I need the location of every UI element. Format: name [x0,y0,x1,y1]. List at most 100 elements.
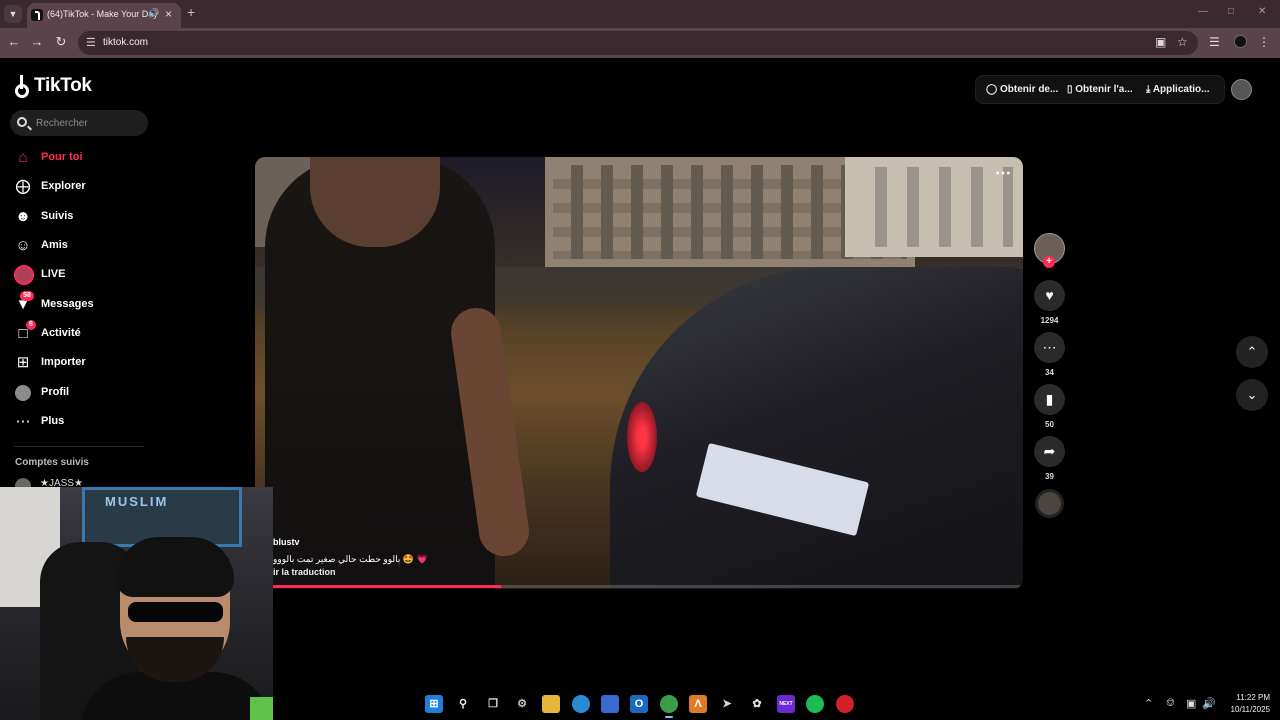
get-app-button[interactable]: ▯ Obtenir l'a... [1067,84,1133,95]
caption-text: بالوو حطت حالي صغير تمت بالووو [273,554,401,564]
opera-gx-icon[interactable] [836,695,854,713]
compass-icon: ⨁ [15,178,31,195]
music-disc[interactable] [1035,489,1064,518]
bookmark-star-icon[interactable]: ☆ [1177,35,1188,49]
next-app-icon[interactable]: NEXT [777,695,795,713]
webcam-sign-text: MUSLIM [105,494,169,509]
get-coins-button[interactable]: ◯ Obtenir de... [986,84,1058,95]
sidebar-item-importer[interactable]: ⊞ Importer [14,352,144,374]
get-app-label: Obtenir l'a... [1075,84,1133,95]
app-icon[interactable]: Λ [689,695,707,713]
media-control-icon[interactable]: ☰ [1209,35,1220,49]
follow-plus-icon[interactable]: + [1043,256,1055,268]
comment-icon: ⋯ [1042,339,1057,355]
sidebar-label: Amis [41,239,68,251]
windows-start-icon[interactable]: ⊞ [425,695,443,713]
sidebar-label: LIVE [41,268,66,280]
sidebar-item-messages[interactable]: ▼ 58 Messages [14,291,144,316]
forward-icon[interactable]: → [28,34,46,49]
sidebar-item-amis[interactable]: ☺ Amis [14,235,144,257]
chrome-menu-icon[interactable]: ⋮ [1258,35,1270,49]
comment-count: 34 [1045,368,1054,377]
tab-title: (64)TikTok - Make Your Day [47,9,158,19]
tiktok-logo[interactable]: TikTok [15,75,92,98]
taskbar-date[interactable]: 10/11/2025 [1218,705,1270,714]
video-progress-bar[interactable] [255,585,1023,588]
comment-button[interactable]: ⋯ [1034,332,1065,363]
webcam-person-hair [116,537,234,597]
caption-emoji: 🤩 💗 [402,554,428,564]
search-input[interactable] [36,110,144,136]
sidebar-label: Activité [41,327,81,339]
sidebar-label: Profil [41,386,70,398]
task-view-icon[interactable]: ❐ [484,695,502,713]
search-box[interactable] [10,110,148,136]
sidebar-item-pour-toi[interactable]: ⌂ Pour toi [14,147,144,169]
file-explorer-icon[interactable] [542,695,560,713]
tab-close-icon[interactable]: × [165,7,172,21]
get-coins-label: Obtenir de... [999,84,1059,95]
reload-icon[interactable]: ↻ [52,34,70,50]
sidebar-item-suivis[interactable]: ☻ Suivis [14,206,144,228]
video-scene-taillight [627,402,657,472]
tab-search-button[interactable]: ▼ [4,5,22,23]
followed-accounts-title: Comptes suivis [15,457,89,468]
logo-text: TikTok [34,75,92,96]
see-translation-link[interactable]: ir la traduction [273,567,336,577]
taskbar-time[interactable]: 11:22 PM [1226,693,1270,702]
video-more-icon[interactable]: ⋯ [995,163,1011,183]
share-button[interactable]: ➦ [1034,436,1065,467]
back-icon[interactable]: ← [5,34,23,49]
install-app-icon[interactable]: ▣ [1155,35,1166,49]
heart-icon: ♥ [1045,287,1054,303]
sidebar-item-live[interactable]: LIVE [14,264,144,286]
share-icon: ➦ [1043,443,1056,459]
like-button[interactable]: ♥ [1034,280,1065,311]
spotify-icon[interactable] [806,695,824,713]
speaker-icon[interactable]: 🔊 [148,8,159,19]
microphone-icon[interactable]: ⎊ [1166,697,1175,710]
sidebar-item-plus[interactable]: ⋯ Plus [14,411,144,433]
active-app-indicator [665,716,673,718]
url-text: tiktok.com [103,37,149,48]
sidebar-item-profil[interactable]: Profil [14,382,144,404]
volume-icon[interactable]: 🔊 [1202,697,1216,710]
chrome-profile-avatar[interactable] [1234,35,1247,48]
video-author[interactable]: blustv [273,537,300,547]
edge-browser-icon[interactable] [572,695,590,713]
new-tab-button[interactable]: + [187,4,195,20]
store-icon[interactable] [601,695,619,713]
video-scene-car [610,267,1023,589]
friends-icon: ☺ [15,237,31,254]
site-info-icon[interactable]: ☰ [86,36,96,49]
minimize-icon[interactable]: — [1198,6,1208,17]
close-window-icon[interactable]: ✕ [1258,6,1266,17]
activity-badge: 6 [26,320,36,330]
save-button[interactable]: ▮ [1034,384,1065,415]
tab-tiktok[interactable]: (64)TikTok - Make Your Day 🔊 × [27,3,181,28]
previous-video-button[interactable]: ⌃ [1236,336,1268,368]
chatgpt-icon[interactable]: ✿ [748,695,766,713]
tiktok-favicon-icon [31,9,43,21]
next-video-button[interactable]: ⌄ [1236,379,1268,411]
desktop-app-button[interactable]: ⤓ Applicatio... [1146,84,1210,95]
video-caption: بالوو حطت حالي صغير تمت بالووو 🤩 💗 [273,554,428,565]
taskbar-search-icon[interactable]: ⚲ [454,695,472,713]
address-bar[interactable]: ☰ tiktok.com ▣ ☆ [78,31,1198,55]
maximize-icon[interactable]: □ [1228,6,1234,17]
desktop-app-label: Applicatio... [1152,84,1210,95]
tiktok-note-icon [15,75,29,98]
network-icon[interactable]: ▣ [1186,697,1196,710]
user-avatar[interactable] [1231,79,1252,100]
video-player[interactable]: ⋯ blustv بالوو حطت حالي صغير تمت بالووو … [255,157,1023,589]
steam-icon[interactable]: ➤ [718,695,736,713]
chrome-icon[interactable] [660,695,678,713]
sidebar-divider [14,446,144,447]
sidebar-item-activite[interactable]: □ 6 Activité [14,320,144,345]
tray-overflow-icon[interactable]: ⌃ [1144,697,1153,710]
sidebar-item-explorer[interactable]: ⨁ Explorer [14,176,144,198]
upload-icon: ⊞ [16,354,30,371]
outlook-icon[interactable]: O [630,695,648,713]
settings-gear-icon[interactable]: ⚙ [513,695,531,713]
chevron-down-icon: ⌄ [1246,387,1258,402]
